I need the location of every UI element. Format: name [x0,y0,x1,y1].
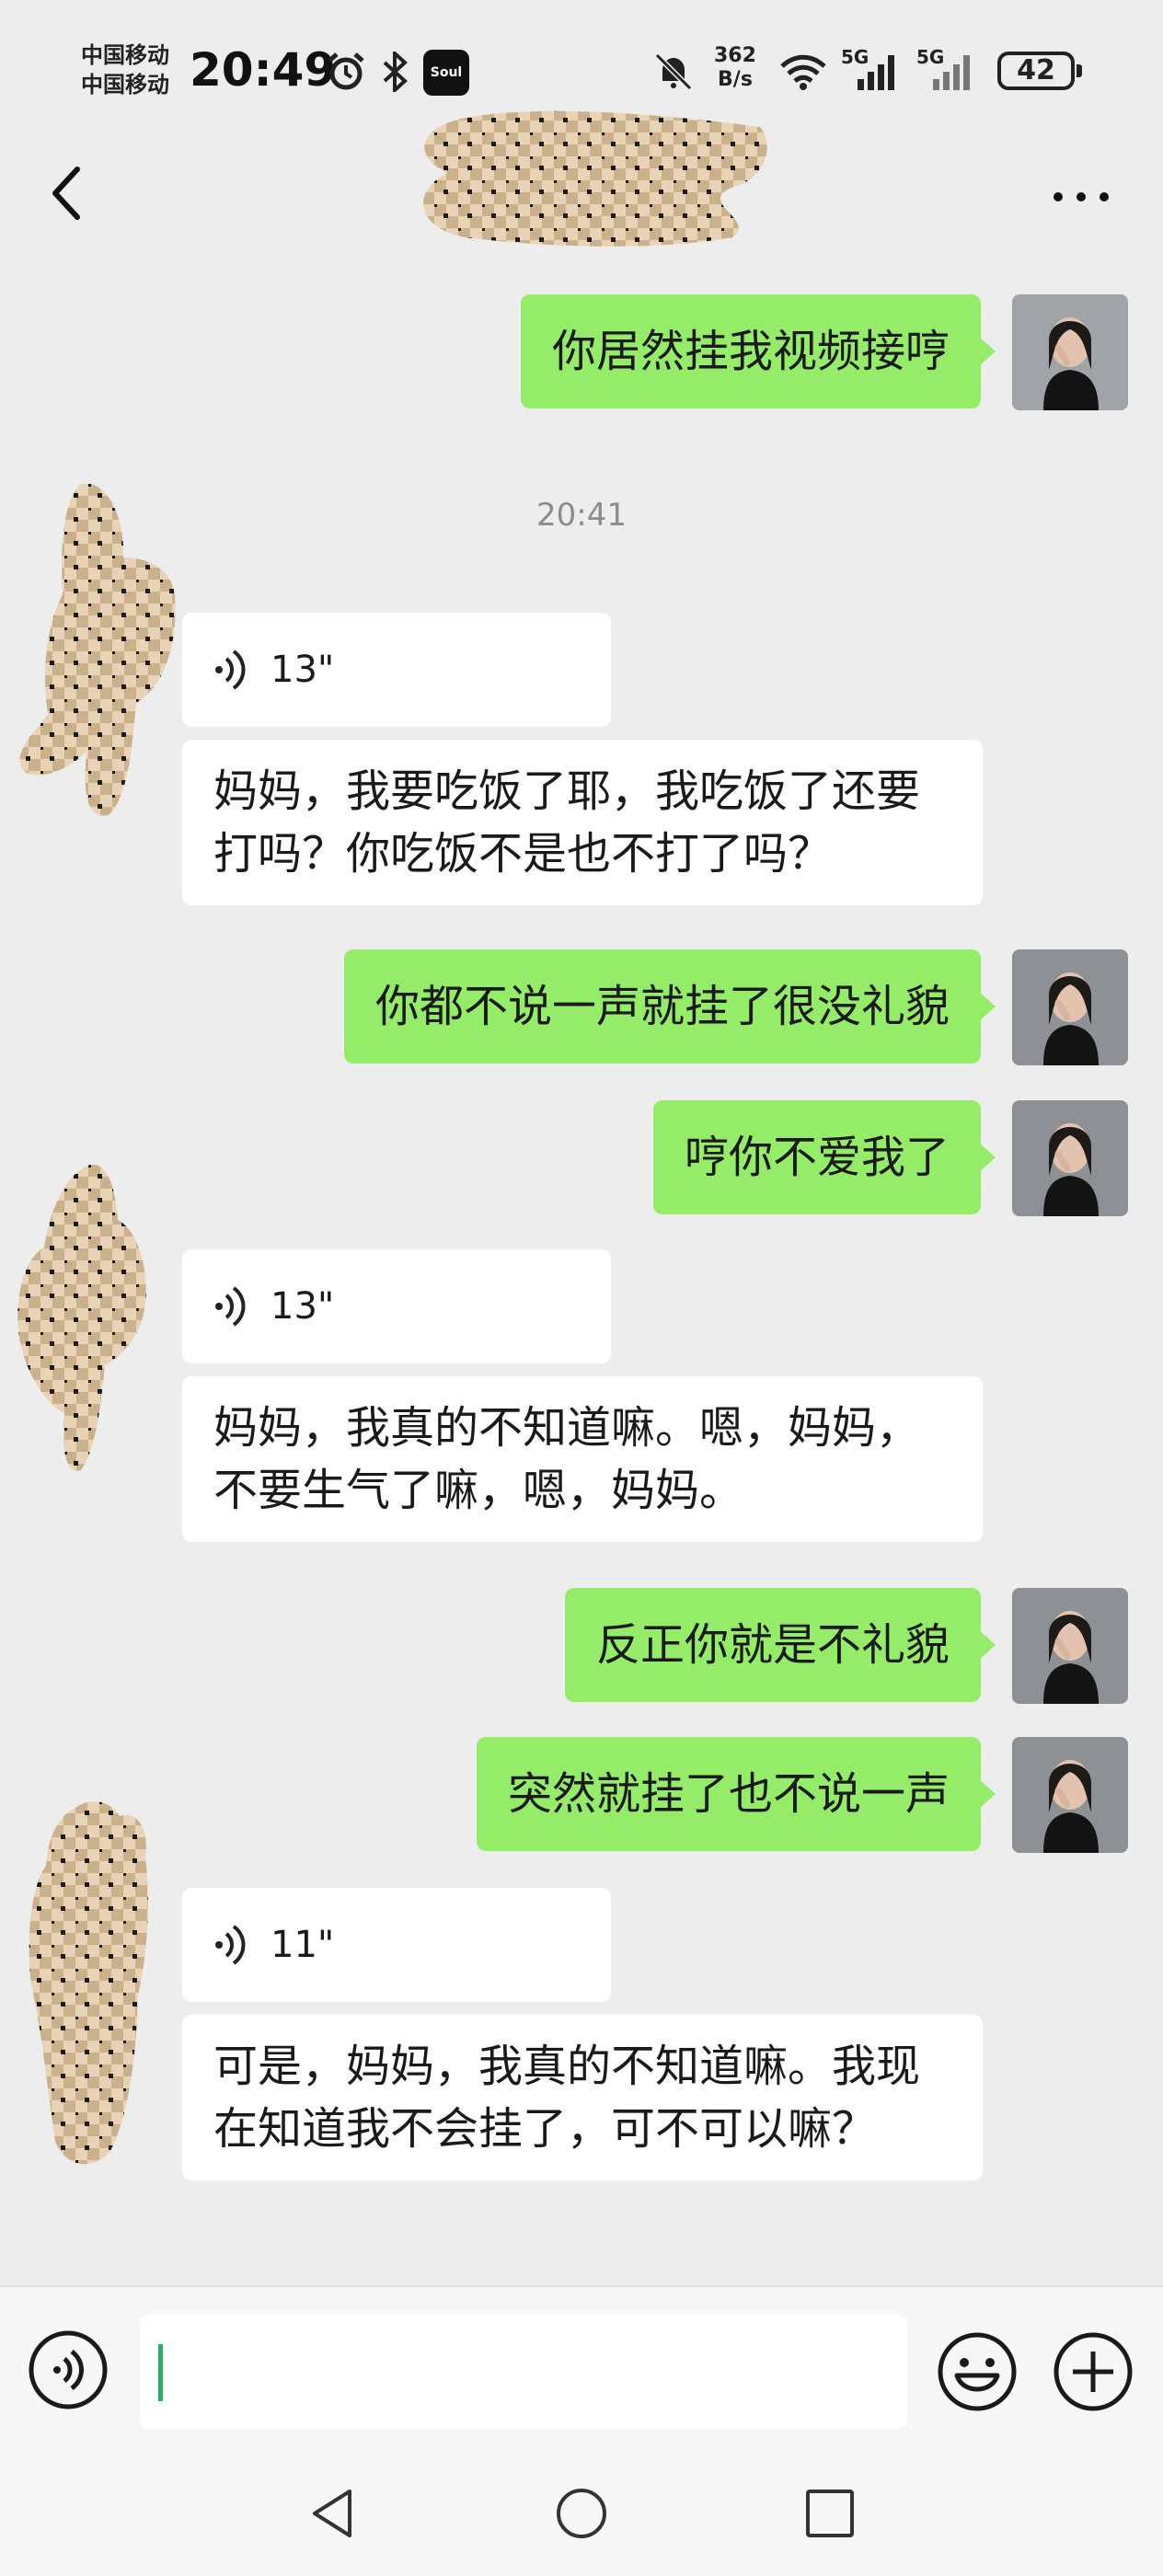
more-options-icon[interactable] [1040,178,1123,215]
system-nav-bar [0,2444,1163,2576]
redacted-title-mosaic [423,110,767,247]
voice-message[interactable]: 13" [182,613,611,727]
outgoing-message[interactable]: 反正你就是不礼貌 [564,1588,996,1702]
wifi-icon [780,54,826,90]
peer-avatar-mosaic[interactable] [17,484,186,819]
message-input[interactable] [140,2315,907,2429]
outgoing-message[interactable]: 你都不说一声就挂了很没礼貌 [343,949,996,1064]
voice-message[interactable]: 13" [182,1249,611,1363]
my-avatar[interactable] [1012,294,1128,410]
voice-transcript[interactable]: 可是，妈妈，我真的不知道嘛。我现在知道我不会挂了，可不可以嘛？ [182,2015,983,2180]
voice-wave-icon [215,650,246,690]
signal-bars-icon [858,55,894,90]
soul-app-icon: Soul [423,50,469,96]
emoji-icon[interactable] [937,2331,1018,2412]
network-speed-unit: B/s [718,68,753,91]
network-speed: 362 B/s [714,44,756,92]
carrier-labels: 中国移动 中国移动 [81,40,169,99]
voice-transcript[interactable]: 妈妈，我真的不知道嘛。嗯，妈妈，不要生气了嘛，嗯，妈妈。 [182,1376,983,1542]
input-bar [0,2285,1163,2444]
message-text: 反正你就是不礼貌 [595,1619,950,1671]
carrier-2: 中国移动 [81,72,169,98]
alarm-icon [328,52,364,90]
bluetooth-icon [383,52,408,92]
avatar-image [1012,294,1128,410]
status-time: 20:49 [190,43,337,97]
message-text: 你居然挂我视频接哼 [551,326,950,377]
nav-recents-icon[interactable] [800,2484,859,2543]
voice-duration: 11" [271,1924,335,1966]
voice-duration: 13" [271,1285,335,1328]
battery-indicator: 42 [997,52,1082,90]
voice-transcript[interactable]: 妈妈，我要吃饭了耶，我吃饭了还要打吗？你吃饭不是也不打了吗？ [182,740,983,905]
my-avatar[interactable] [1012,1737,1128,1853]
peer-avatar-mosaic[interactable] [28,1801,156,2173]
my-avatar[interactable] [1012,1100,1128,1216]
nav-home-icon[interactable] [552,2484,611,2543]
message-text: 你都不说一声就挂了很没礼貌 [374,981,950,1032]
text-cursor [158,2344,163,2401]
voice-wave-icon [215,1286,246,1327]
my-avatar[interactable] [1012,949,1128,1065]
message-text: 哼你不爱我了 [684,1132,950,1183]
avatar-image [1012,949,1128,1065]
avatar-image [1012,1100,1128,1216]
voice-duration: 13" [271,649,335,691]
avatar-image [1012,1737,1128,1853]
carrier-1: 中国移动 [81,42,169,68]
outgoing-message[interactable]: 哼你不爱我了 [652,1100,996,1214]
message-text: 突然就挂了也不说一声 [507,1768,950,1820]
network-speed-value: 362 [714,44,756,67]
outgoing-message[interactable]: 突然就挂了也不说一声 [476,1737,996,1851]
nav-back-icon[interactable] [304,2484,363,2543]
mute-bell-icon [654,52,693,91]
voice-message[interactable]: 11" [182,1888,611,2002]
voice-wave-icon [215,1925,246,1965]
back-arrow-icon[interactable] [40,160,96,226]
outgoing-message[interactable]: 你居然挂我视频接哼 [520,294,996,408]
plus-icon[interactable] [1053,2331,1134,2412]
signal-bars-icon-2 [933,55,970,90]
voice-input-toggle-icon[interactable] [28,2329,109,2410]
avatar-image [1012,1588,1128,1704]
my-avatar[interactable] [1012,1588,1128,1704]
peer-avatar-mosaic[interactable] [17,1165,156,1474]
